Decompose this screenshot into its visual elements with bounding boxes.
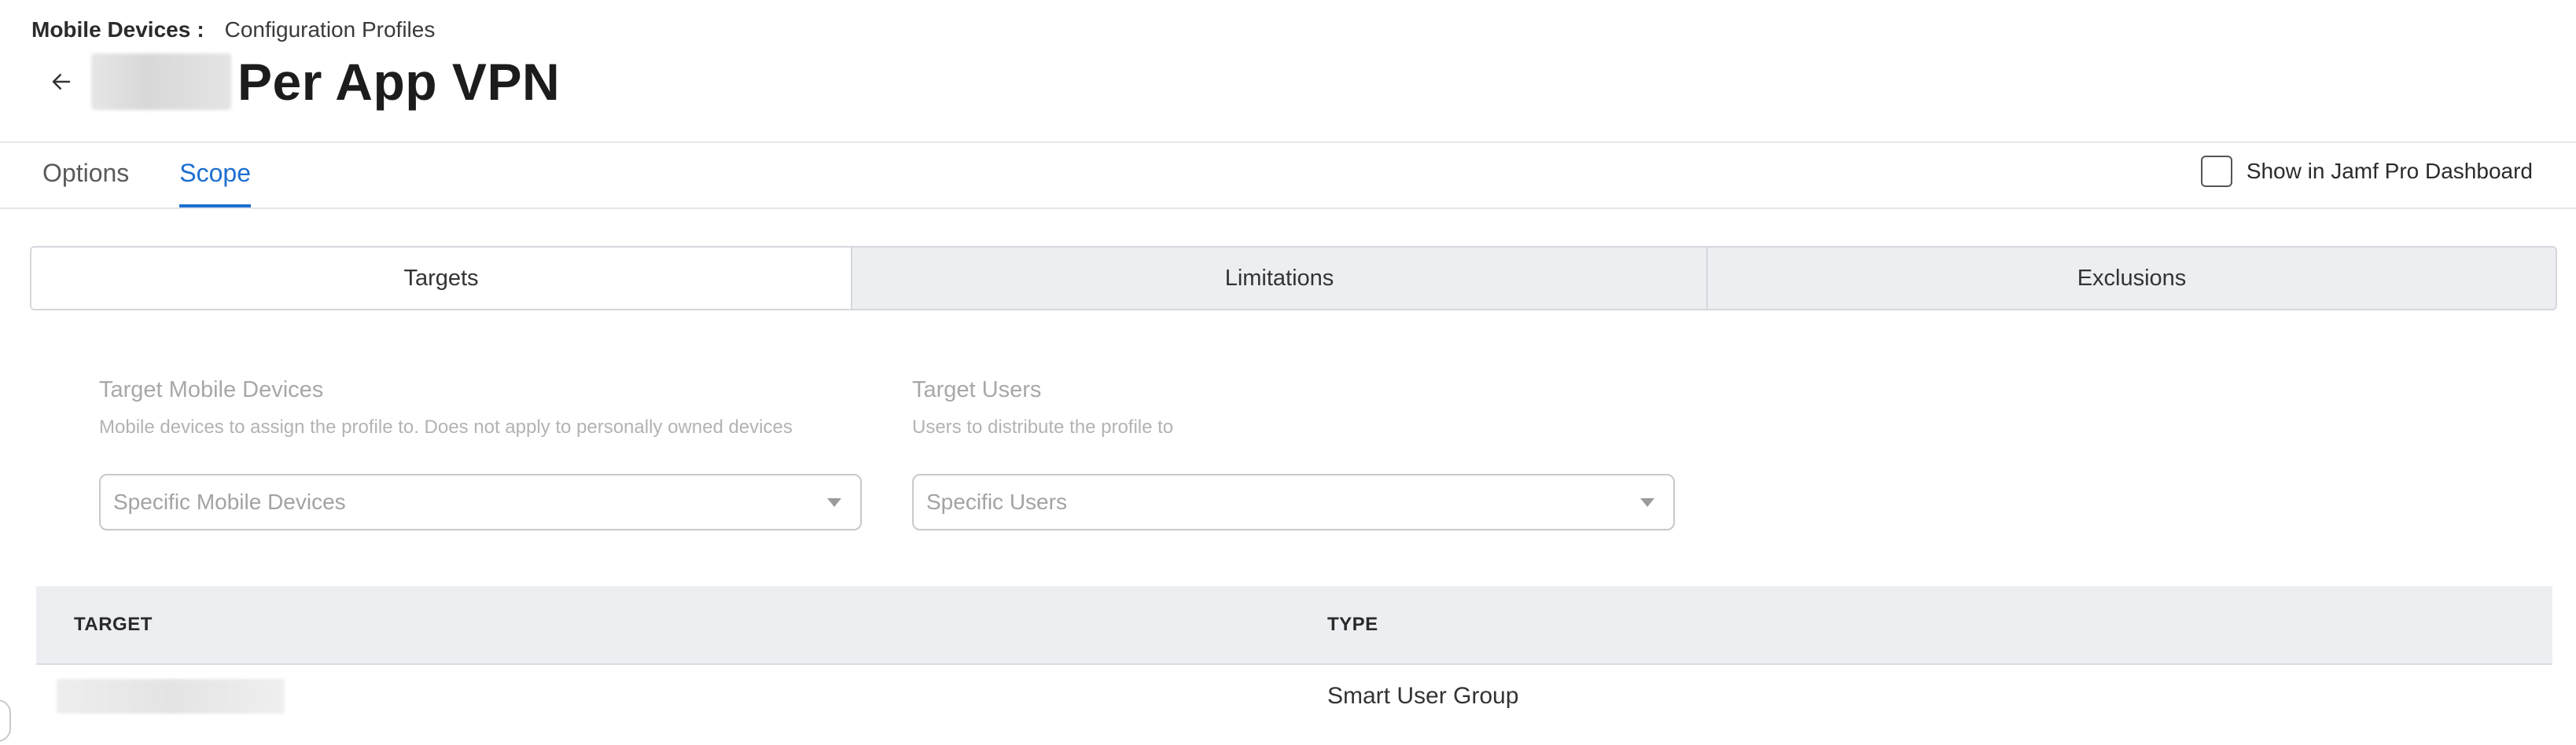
redacted-profile-name: [91, 53, 231, 110]
tabs-divider: [0, 207, 2576, 209]
target-mobile-devices-value: Specific Mobile Devices: [113, 490, 346, 514]
target-users-select[interactable]: Specific Users: [912, 474, 1675, 530]
profile-tabs: Options Scope: [42, 143, 301, 207]
breadcrumb-root[interactable]: Mobile Devices: [31, 16, 190, 44]
tab-options[interactable]: Options: [42, 143, 129, 207]
title-row: Per App VPN: [31, 52, 560, 112]
segment-limitations[interactable]: Limitations: [851, 248, 1706, 309]
show-in-dashboard-checkbox[interactable]: Show in Jamf Pro Dashboard: [2200, 154, 2533, 189]
checkbox-box[interactable]: [2200, 156, 2232, 187]
column-header-target[interactable]: TARGET: [36, 614, 1327, 636]
segment-exclusions[interactable]: Exclusions: [1706, 248, 2556, 309]
breadcrumb-separator: :: [197, 17, 204, 42]
scope-segmented-control: Targets Limitations Exclusions: [30, 246, 2557, 310]
target-cell: [36, 679, 1327, 714]
table-row[interactable]: Smart User Group: [36, 665, 2552, 728]
caret-down-icon: [1640, 498, 1654, 507]
arrow-left-icon: [52, 74, 71, 90]
target-users-field: Target Users Users to distribute the pro…: [912, 374, 1675, 465]
back-button[interactable]: [31, 52, 91, 112]
segment-targets[interactable]: Targets: [31, 248, 851, 309]
column-header-type[interactable]: TYPE: [1327, 614, 2552, 636]
target-mobile-devices-field: Target Mobile Devices Mobile devices to …: [99, 374, 862, 465]
target-users-value: Specific Users: [926, 490, 1067, 514]
header-divider: [0, 141, 2576, 143]
tab-scope[interactable]: Scope: [179, 143, 251, 207]
target-users-label: Target Users: [912, 377, 1042, 402]
page-title: Per App VPN: [237, 53, 561, 111]
type-cell: Smart User Group: [1327, 683, 1519, 709]
side-panel-handle[interactable]: [0, 699, 11, 742]
redacted-target-name: [57, 679, 285, 714]
target-mobile-devices-description: Mobile devices to assign the profile to.…: [99, 417, 793, 438]
configuration-profile-page: Mobile Devices : Configuration Profiles …: [0, 0, 2576, 745]
target-mobile-devices-select[interactable]: Specific Mobile Devices: [99, 474, 862, 530]
table-header: TARGET TYPE: [36, 586, 2552, 665]
target-mobile-devices-label: Target Mobile Devices: [99, 377, 324, 402]
breadcrumb-current[interactable]: Configuration Profiles: [225, 16, 436, 44]
breadcrumb: Mobile Devices : Configuration Profiles: [31, 16, 435, 44]
caret-down-icon: [827, 498, 841, 507]
target-users-description: Users to distribute the profile to: [912, 417, 1174, 438]
show-in-dashboard-label: Show in Jamf Pro Dashboard: [2246, 159, 2533, 183]
targets-table: TARGET TYPE Smart User Group: [36, 586, 2552, 728]
